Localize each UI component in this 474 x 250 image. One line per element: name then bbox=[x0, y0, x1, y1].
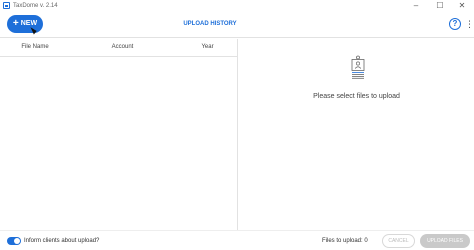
maximize-button[interactable]: ☐ bbox=[428, 0, 452, 12]
files-to-upload-count: Files to upload: 0 bbox=[322, 238, 368, 244]
more-options-icon[interactable]: ⋮ bbox=[465, 17, 474, 31]
new-button[interactable]: + NEW bbox=[7, 15, 43, 33]
document-stack-icon bbox=[351, 55, 365, 79]
column-header-account[interactable]: Account bbox=[90, 39, 155, 56]
inform-clients-label: Inform clients about upload? bbox=[24, 238, 100, 244]
app-logo-icon bbox=[3, 2, 10, 9]
table-header: File Name Account Year bbox=[0, 39, 238, 57]
upload-files-button[interactable]: UPLOAD FILES bbox=[420, 234, 470, 248]
title-bar: TaxDome v. 2.14 – ☐ ✕ bbox=[0, 0, 474, 12]
column-header-file-name[interactable]: File Name bbox=[0, 39, 70, 56]
files-table: File Name Account Year bbox=[0, 39, 238, 230]
toolbar: + NEW UPLOAD HISTORY ? ⋮ bbox=[0, 12, 474, 38]
preview-pane: Please select files to upload bbox=[239, 39, 474, 230]
close-window-button[interactable]: ✕ bbox=[450, 0, 474, 12]
help-icon[interactable]: ? bbox=[449, 18, 461, 30]
inform-clients-toggle[interactable] bbox=[7, 237, 21, 245]
window-title: TaxDome v. 2.14 bbox=[13, 3, 58, 9]
minimize-button[interactable]: – bbox=[404, 0, 428, 12]
empty-state-message: Please select files to upload bbox=[313, 93, 400, 100]
footer-bar: Inform clients about upload? Files to up… bbox=[0, 230, 474, 250]
column-header-year[interactable]: Year bbox=[180, 39, 235, 56]
cancel-button[interactable]: CANCEL bbox=[382, 234, 415, 248]
plus-icon: + bbox=[12, 18, 19, 29]
upload-history-link[interactable]: UPLOAD HISTORY bbox=[170, 12, 250, 37]
